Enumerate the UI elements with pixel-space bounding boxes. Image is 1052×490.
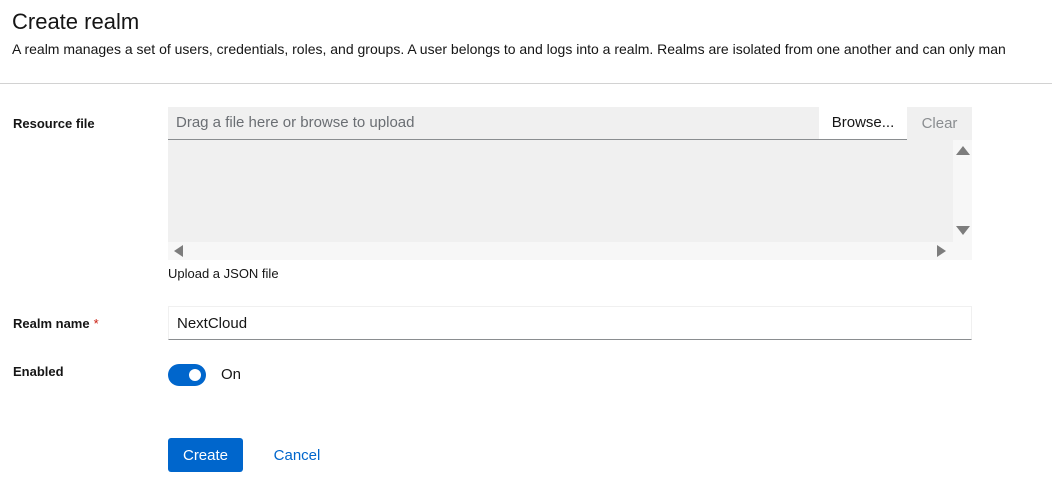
create-realm-page: Create realm A realm manages a set of us… [0, 0, 1052, 490]
clear-button[interactable]: Clear [907, 107, 972, 140]
file-upload-filename[interactable]: Drag a file here or browse to upload [168, 107, 819, 140]
file-content-area [168, 140, 972, 260]
page-title: Create realm [12, 9, 140, 34]
file-upload-bar[interactable]: Drag a file here or browse to upload Bro… [168, 107, 972, 140]
realm-name-label-group: Realm name * [13, 316, 99, 331]
enabled-label: Enabled [13, 364, 64, 379]
triangle-down-icon[interactable] [956, 226, 970, 235]
vertical-scrollbar[interactable] [953, 140, 972, 242]
triangle-up-icon[interactable] [956, 146, 970, 155]
triangle-left-icon[interactable] [174, 245, 183, 257]
browse-button[interactable]: Browse... [819, 107, 907, 140]
file-content-textarea[interactable] [168, 140, 953, 242]
page-description: A realm manages a set of users, credenti… [12, 41, 1006, 57]
required-mark: * [93, 316, 99, 331]
page-header: Create realm A realm manages a set of us… [0, 0, 1052, 84]
resource-file-label: Resource file [13, 116, 95, 131]
create-button[interactable]: Create [168, 438, 243, 472]
file-helper-text: Upload a JSON file [168, 266, 279, 281]
cancel-button[interactable]: Cancel [262, 438, 332, 472]
horizontal-scrollbar[interactable] [168, 242, 953, 260]
toggle-knob [189, 369, 201, 381]
enabled-state-label: On [221, 366, 242, 383]
triangle-right-icon[interactable] [937, 245, 946, 257]
realm-name-input[interactable] [168, 306, 972, 340]
enabled-toggle[interactable] [168, 364, 206, 386]
realm-name-label: Realm name [13, 316, 90, 331]
